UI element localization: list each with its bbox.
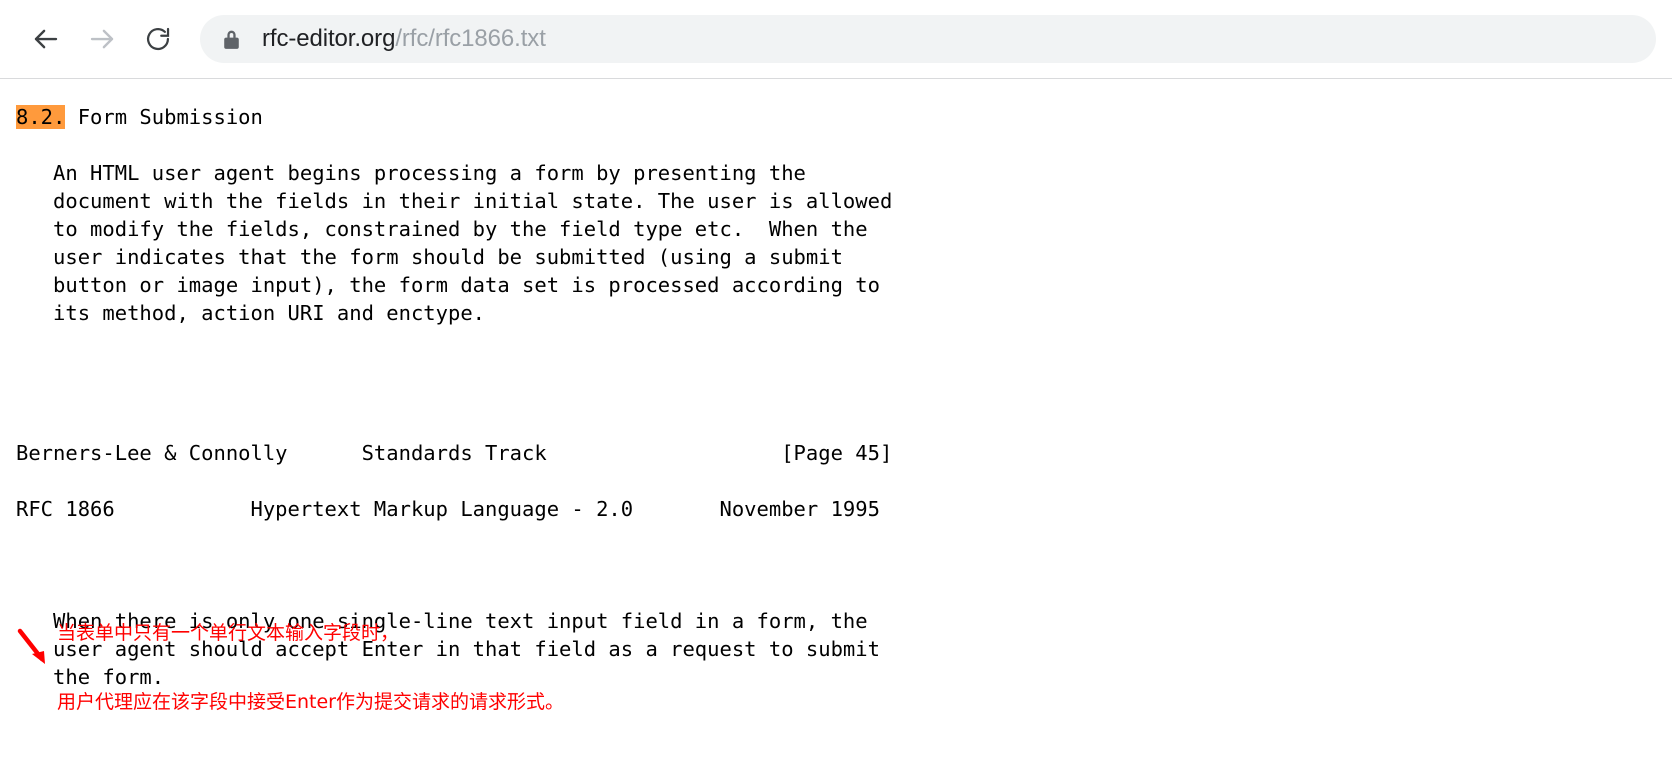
arrow-down-right-icon: [14, 627, 54, 667]
url-path: /rfc/rfc1866.txt: [395, 25, 546, 52]
reload-button[interactable]: [134, 15, 182, 63]
section-heading-title: Form Submission: [65, 105, 263, 129]
arrow-left-icon: [31, 24, 61, 54]
annotation-line: 用户代理应在该字段中接受Enter作为提交请求的请求形式。: [57, 691, 564, 713]
red-annotation-text: 当表单中只有一个单行文本输入字段时， 用户代理应在该字段中接受Enter作为提交…: [57, 576, 564, 760]
browser-toolbar: rfc-editor.org/rfc/rfc1866.txt: [0, 0, 1672, 79]
page-footer-line: Berners-Lee & Connolly Standards Track […: [16, 441, 893, 465]
url-domain: rfc-editor.org: [262, 25, 396, 52]
forward-button[interactable]: [78, 15, 126, 63]
paragraph-line: document with the fields in their initia…: [16, 189, 893, 213]
paragraph-line: button or image input), the form data se…: [16, 273, 880, 297]
arrow-right-icon: [87, 24, 117, 54]
address-bar-url: rfc-editor.org/rfc/rfc1866.txt: [262, 27, 546, 51]
address-bar[interactable]: rfc-editor.org/rfc/rfc1866.txt: [200, 15, 1656, 63]
paragraph-line: to modify the fields, constrained by the…: [16, 217, 868, 241]
back-button[interactable]: [22, 15, 70, 63]
paragraph-line: its method, action URI and enctype.: [16, 301, 485, 325]
page-content: 8.2. Form Submission An HTML user agent …: [0, 79, 1672, 713]
lock-icon: [220, 28, 242, 50]
reload-icon: [144, 25, 172, 53]
page-header-line: RFC 1866 Hypertext Markup Language - 2.0…: [16, 497, 880, 521]
search-highlight-section-number: 8.2.: [16, 105, 66, 129]
paragraph-line: An HTML user agent begins processing a f…: [16, 161, 806, 185]
paragraph-line: user indicates that the form should be s…: [16, 245, 843, 269]
annotation-line: 当表单中只有一个单行文本输入字段时，: [57, 622, 400, 644]
